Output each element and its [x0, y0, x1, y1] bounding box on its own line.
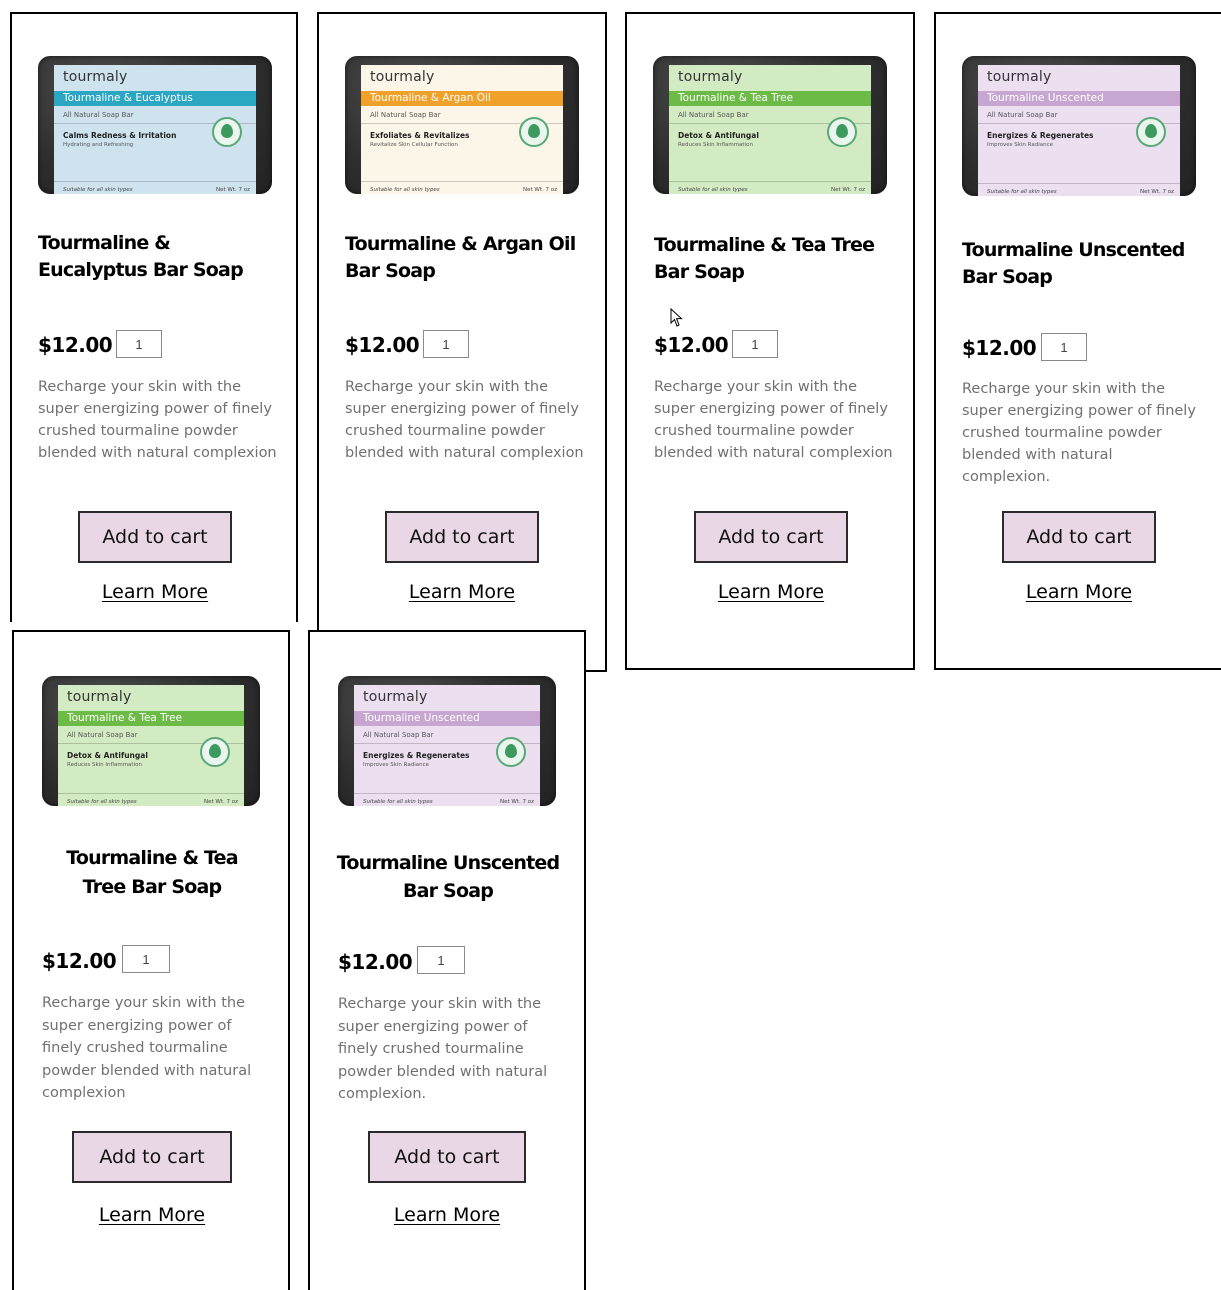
product-price: $12.00	[962, 336, 1037, 360]
product-description: Recharge your skin with the super energi…	[38, 379, 277, 461]
mouse-pointer-icon	[670, 308, 683, 327]
add-to-cart-button[interactable]: Add to cart	[1002, 511, 1156, 563]
product-description: Recharge your skin with the super energi…	[654, 379, 893, 461]
quantity-input[interactable]	[116, 330, 162, 358]
add-to-cart-button[interactable]: Add to cart	[368, 1131, 526, 1183]
product-title[interactable]: Tourmaline & Argan Oil Bar Soap	[345, 231, 585, 285]
quantity-input[interactable]	[732, 330, 778, 358]
learn-more-link[interactable]: Learn More	[367, 1204, 527, 1226]
leaf-seal-icon	[496, 737, 526, 767]
product-image[interactable]: tourmaly Tourmaline & Eucalyptus All Nat…	[38, 56, 272, 194]
add-to-cart-button[interactable]: Add to cart	[385, 511, 539, 563]
soap-label: tourmaly Tourmaline Unscented All Natura…	[354, 685, 540, 806]
quantity-input[interactable]	[417, 946, 465, 974]
product-price: $12.00	[338, 950, 413, 974]
quantity-input[interactable]	[423, 330, 469, 358]
soap-label: tourmaly Tourmaline & Eucalyptus All Nat…	[54, 65, 256, 194]
product-price: $12.00	[38, 333, 113, 357]
learn-more-link[interactable]: Learn More	[75, 581, 235, 603]
soap-label: tourmaly Tourmaline & Tea Tree All Natur…	[58, 685, 244, 806]
product-card: tourmaly Tourmaline & Argan Oil All Natu…	[317, 12, 607, 672]
leaf-seal-icon	[200, 737, 230, 767]
product-image[interactable]: tourmaly Tourmaline Unscented All Natura…	[338, 676, 556, 806]
add-to-cart-button[interactable]: Add to cart	[72, 1131, 232, 1183]
product-card: tourmaly Tourmaline Unscented All Natura…	[934, 12, 1221, 670]
leaf-seal-icon	[827, 117, 857, 147]
product-card: tourmaly Tourmaline & Tea Tree All Natur…	[12, 630, 290, 1290]
soap-label: tourmaly Tourmaline Unscented All Natura…	[978, 65, 1180, 196]
product-title[interactable]: Tourmaline & Eucalyptus Bar Soap	[38, 230, 278, 284]
product-title[interactable]: Tourmaline & Tea Tree Bar Soap	[654, 232, 894, 286]
leaf-seal-icon	[1136, 117, 1166, 147]
product-image[interactable]: tourmaly Tourmaline Unscented All Natura…	[962, 56, 1196, 196]
product-description: Recharge your skin with the super energi…	[962, 381, 1196, 485]
add-to-cart-button[interactable]: Add to cart	[694, 511, 848, 563]
product-description: Recharge your skin with the super energi…	[345, 379, 584, 461]
add-to-cart-button[interactable]: Add to cart	[78, 511, 232, 563]
learn-more-link[interactable]: Learn More	[691, 581, 851, 603]
product-title[interactable]: Tourmaline Unscented Bar Soap	[962, 237, 1202, 291]
leaf-seal-icon	[519, 117, 549, 147]
product-description: Recharge your skin with the super energi…	[338, 996, 548, 1102]
product-card: tourmaly Tourmaline Unscented All Natura…	[308, 630, 586, 1290]
product-price: $12.00	[345, 333, 420, 357]
product-price: $12.00	[42, 949, 117, 973]
product-description: Recharge your skin with the super energi…	[42, 995, 252, 1101]
product-title[interactable]: Tourmaline Unscented Bar Soap	[330, 849, 566, 905]
product-card: tourmaly Tourmaline & Tea Tree All Natur…	[625, 12, 915, 670]
learn-more-link[interactable]: Learn More	[999, 581, 1159, 603]
product-image[interactable]: tourmaly Tourmaline & Argan Oil All Natu…	[345, 56, 579, 194]
learn-more-link[interactable]: Learn More	[382, 581, 542, 603]
learn-more-link[interactable]: Learn More	[72, 1204, 232, 1226]
product-card: tourmaly Tourmaline & Eucalyptus All Nat…	[10, 12, 298, 622]
leaf-seal-icon	[212, 117, 242, 147]
quantity-input[interactable]	[1041, 333, 1087, 361]
soap-label: tourmaly Tourmaline & Argan Oil All Natu…	[361, 65, 563, 194]
product-price: $12.00	[654, 333, 729, 357]
product-image[interactable]: tourmaly Tourmaline & Tea Tree All Natur…	[653, 56, 887, 194]
soap-label: tourmaly Tourmaline & Tea Tree All Natur…	[669, 65, 871, 194]
product-image[interactable]: tourmaly Tourmaline & Tea Tree All Natur…	[42, 676, 260, 806]
product-title[interactable]: Tourmaline & Tea Tree Bar Soap	[54, 844, 250, 902]
quantity-input[interactable]	[122, 945, 170, 973]
